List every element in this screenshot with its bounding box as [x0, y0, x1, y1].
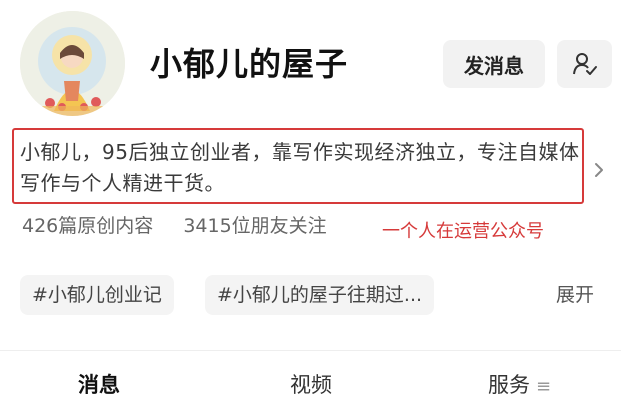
account-intro: 小郁儿，95后独立创业者，靠写作实现经济独立，专注自媒体写作与个人精进干货。 — [20, 140, 580, 195]
user-check-icon — [572, 53, 597, 75]
divider — [0, 350, 621, 351]
tab-services-label: 服务 — [488, 373, 530, 397]
follow-button[interactable] — [557, 40, 612, 88]
tab-messages[interactable]: 消息 — [78, 370, 120, 400]
account-name: 小郁儿的屋子 — [150, 45, 349, 83]
article-count: 426篇原创内容 — [22, 215, 154, 237]
menu-icon: ≡ — [536, 376, 552, 397]
avatar[interactable] — [20, 11, 125, 116]
avatar-illustration — [20, 11, 125, 116]
follower-count: 3415位朋友关注 — [183, 215, 327, 237]
tab-services[interactable]: 服务 ≡ — [488, 370, 551, 402]
send-message-button[interactable]: 发消息 — [443, 40, 545, 88]
expand-button[interactable]: 展开 — [556, 281, 594, 309]
annotation-text: 一个人在运营公众号 — [382, 221, 544, 242]
tab-videos[interactable]: 视频 — [290, 370, 332, 400]
tag-startup-diary[interactable]: #小郁儿创业记 — [20, 275, 174, 315]
tag-past-articles[interactable]: #小郁儿的屋子往期过... — [205, 275, 435, 315]
account-stats: 426篇原创内容 3415位朋友关注 — [22, 212, 327, 240]
chevron-right-icon[interactable] — [590, 158, 608, 182]
